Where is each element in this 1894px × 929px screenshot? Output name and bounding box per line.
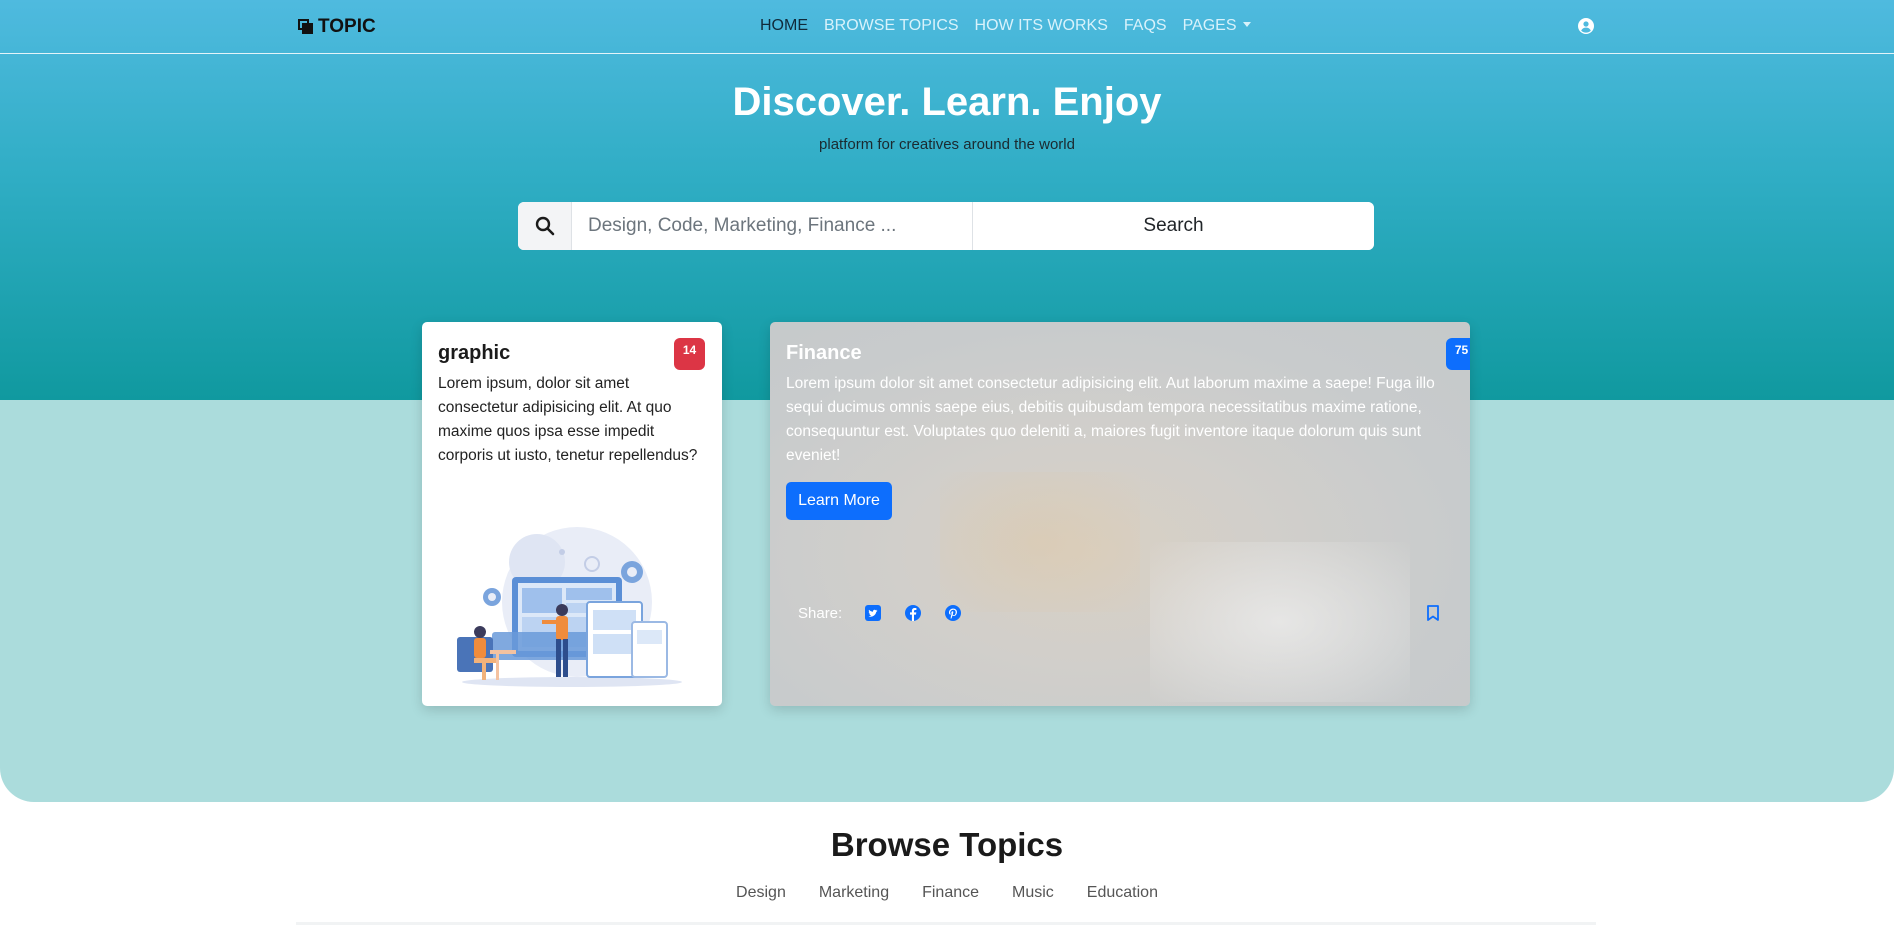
navbar: TOPIC HOME BROWSE TOPICS HOW ITS WORKS F… — [0, 0, 1894, 54]
card-title: graphic — [438, 342, 511, 364]
brand-logo[interactable]: TOPIC — [298, 16, 376, 38]
search-input[interactable] — [572, 202, 973, 250]
caret-down-icon — [1242, 22, 1251, 27]
nav-item-how-its-works[interactable]: HOW ITS WORKS — [975, 17, 1108, 35]
card-title: Finance — [786, 342, 862, 364]
search-icon — [535, 216, 554, 236]
search-button[interactable]: Search — [973, 202, 1374, 250]
tab-marketing[interactable]: Marketing — [819, 884, 889, 902]
nav-item-home[interactable]: HOME — [760, 17, 808, 35]
search-bar: Search — [518, 202, 1374, 250]
brand-icon — [298, 19, 314, 35]
topic-card-finance[interactable]: Finance 75 Lorem ipsum dolor sit amet co… — [770, 322, 1470, 706]
nav-menu: HOME BROWSE TOPICS HOW ITS WORKS FAQS PA… — [760, 17, 1251, 35]
user-icon[interactable] — [1578, 18, 1594, 34]
design-illustration-image — [457, 527, 682, 687]
content-divider — [296, 922, 1596, 925]
card-description: Lorem ipsum dolor sit amet consectetur a… — [786, 375, 1435, 464]
topic-card-graphic[interactable]: graphic 14 Lorem ipsum, dolor sit amet c… — [422, 322, 722, 706]
nav-item-pages-dropdown[interactable]: PAGES — [1183, 17, 1251, 35]
brand-name: TOPIC — [318, 16, 376, 37]
facebook-icon[interactable] — [904, 604, 922, 622]
hero-title: Discover. Learn. Enjoy — [732, 80, 1162, 124]
bookmark-icon[interactable] — [1424, 604, 1442, 622]
share-label: Share: — [798, 604, 843, 622]
pinterest-icon[interactable] — [944, 604, 962, 622]
tab-music[interactable]: Music — [1012, 884, 1054, 902]
card-description: Lorem ipsum, dolor sit amet consectetur … — [438, 375, 698, 464]
count-badge: 14 — [674, 338, 705, 370]
share-row: Share: — [798, 604, 962, 622]
nav-item-pages-label: PAGES — [1182, 17, 1237, 34]
twitter-icon[interactable] — [864, 604, 882, 622]
search-icon-box — [518, 202, 572, 250]
tab-finance[interactable]: Finance — [922, 884, 979, 902]
hero-subtitle: platform for creatives around the world — [819, 136, 1075, 153]
tab-design[interactable]: Design — [736, 884, 786, 902]
topic-tabs: Design Marketing Finance Music Education — [0, 884, 1894, 902]
tab-education[interactable]: Education — [1087, 884, 1158, 902]
nav-item-browse-topics[interactable]: BROWSE TOPICS — [824, 17, 959, 35]
learn-more-button[interactable]: Learn More — [786, 482, 892, 520]
count-badge: 75 — [1446, 338, 1470, 370]
browse-topics-title: Browse Topics — [830, 826, 1064, 863]
nav-item-faqs[interactable]: FAQS — [1124, 17, 1167, 35]
